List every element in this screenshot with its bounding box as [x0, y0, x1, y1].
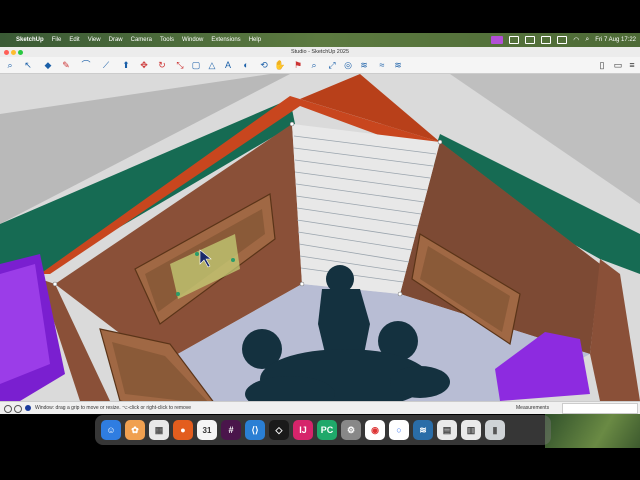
photos-icon[interactable]: ▥ — [461, 420, 481, 440]
pycharm-icon[interactable]: PC — [317, 420, 337, 440]
calendar-grid-icon[interactable]: ▦ — [149, 420, 169, 440]
wifi-icon[interactable]: ◠ — [573, 36, 579, 44]
status-icon-b[interactable] — [525, 36, 536, 44]
menu-edit[interactable]: Edit — [69, 37, 79, 43]
menu-draw[interactable]: Draw — [109, 37, 123, 43]
chrome-icon[interactable]: ◉ — [365, 420, 385, 440]
document-icon[interactable]: ▯ — [596, 59, 608, 71]
text-tool-icon[interactable]: A — [222, 59, 234, 71]
search-icon[interactable]: ⌕ — [585, 36, 589, 44]
menu-extensions[interactable]: Extensions — [211, 37, 240, 43]
info-icon[interactable] — [4, 405, 12, 413]
pencil-tool-icon[interactable]: ✎ — [60, 59, 72, 71]
measurements-label: Measurements — [516, 405, 550, 411]
eraser-tool-icon[interactable]: ◆ — [42, 59, 54, 71]
menu-help[interactable]: Help — [249, 37, 261, 43]
menu-tools[interactable]: Tools — [160, 37, 174, 43]
menu-camera[interactable]: Camera — [131, 37, 152, 43]
menu-icon[interactable]: ≡ — [626, 59, 638, 71]
preview-icon[interactable]: ▤ — [437, 420, 457, 440]
system-settings-icon[interactable]: ⚙ — [341, 420, 361, 440]
panel-icon[interactable]: ▭ — [612, 59, 624, 71]
select-tool-icon[interactable]: ⌕ — [4, 59, 16, 71]
desktop-background-right — [545, 413, 640, 448]
credits-icon[interactable] — [25, 405, 31, 411]
paint-bucket-icon[interactable]: ◐ — [240, 59, 252, 71]
calendar-icon[interactable]: 31 — [197, 420, 217, 440]
zoom-button[interactable] — [18, 50, 23, 55]
walk-tool-icon[interactable]: ⚑ — [292, 59, 304, 71]
layers-icon[interactable]: ≈ — [376, 59, 388, 71]
toolbar: ⌕ ↖ ◆ ✎ ⌒ ⟋ ⬆ ✥ ↻ ⤡ ▢ △ A ◐ ⟲ ✋ ⚑ ⌕ ⤢ ◎ … — [0, 57, 640, 74]
status-icon-c[interactable] — [541, 36, 552, 44]
desktop-background-left — [0, 413, 95, 448]
title-bar: Studio - SketchUp 2025 — [0, 47, 640, 57]
styles-icon[interactable]: ≋ — [358, 59, 370, 71]
screen-record-icon[interactable] — [491, 36, 504, 44]
zoom-extents-icon[interactable]: ⤢ — [326, 59, 338, 71]
signal-icon[interactable]: ○ — [389, 420, 409, 440]
vscode-icon[interactable]: ⟨⟩ — [245, 420, 265, 440]
firefox-icon[interactable]: ● — [173, 420, 193, 440]
window-title: Studio - SketchUp 2025 — [290, 49, 350, 55]
trash-icon[interactable]: ▮ — [485, 420, 505, 440]
3d-viewport[interactable] — [0, 74, 640, 401]
status-hint: Window: drag a grip to move or resize. ⌥… — [35, 405, 192, 411]
move-tool-icon[interactable]: ✥ — [138, 59, 150, 71]
status-icons: ◠ ⌕ Fri 7 Aug 17:22 — [491, 33, 636, 47]
stats-icon[interactable]: ≋ — [413, 420, 433, 440]
menu-view[interactable]: View — [88, 37, 101, 43]
cursor-app-icon[interactable]: ◇ — [269, 420, 289, 440]
zoom-tool-icon[interactable]: ⌕ — [308, 59, 320, 71]
menu-bar: SketchUp File Edit View Draw Camera Tool… — [0, 33, 640, 47]
arc-tool-icon[interactable]: ⟋ — [100, 59, 112, 71]
menu-app-name[interactable]: SketchUp — [16, 37, 44, 43]
dock: ☺ ✿ ▦ ● 31 # ⟨⟩ ◇ IJ PC ⚙ ◉ ○ ≋ ▤ ▥ ▮ — [95, 415, 551, 445]
arrow-tool-icon[interactable]: ↖ — [22, 59, 34, 71]
launchpad-icon[interactable]: ✿ — [125, 420, 145, 440]
orbit-tool-icon[interactable]: ⟲ — [258, 59, 270, 71]
minimize-button[interactable] — [11, 50, 16, 55]
intellij-icon[interactable]: IJ — [293, 420, 313, 440]
status-icon-a[interactable] — [509, 36, 520, 44]
sketchup-window: Studio - SketchUp 2025 ⌕ ↖ ◆ ✎ ⌒ ⟋ ⬆ ✥ ↻… — [0, 47, 640, 414]
menu-window[interactable]: Window — [182, 37, 203, 43]
rotate-tool-icon[interactable]: ↻ — [156, 59, 168, 71]
clock[interactable]: Fri 7 Aug 17:22 — [595, 37, 636, 43]
shape-tool-icon[interactable]: ⌒ — [80, 59, 92, 71]
tape-measure-icon[interactable]: △ — [206, 59, 218, 71]
measurements-field[interactable] — [562, 403, 638, 414]
push-pull-tool-icon[interactable]: ⬆ — [120, 59, 132, 71]
slack-icon[interactable]: # — [221, 420, 241, 440]
section-tool-icon[interactable]: ◎ — [342, 59, 354, 71]
menu-file[interactable]: File — [52, 37, 62, 43]
finder-icon[interactable]: ☺ — [101, 420, 121, 440]
offset-tool-icon[interactable]: ▢ — [190, 59, 202, 71]
pan-tool-icon[interactable]: ✋ — [274, 59, 286, 71]
geo-icon[interactable] — [14, 405, 22, 413]
close-button[interactable] — [4, 50, 9, 55]
model-view[interactable] — [0, 74, 640, 401]
status-bar: Window: drag a grip to move or resize. ⌥… — [0, 401, 640, 414]
components-icon[interactable]: ≋ — [392, 59, 404, 71]
scale-tool-icon[interactable]: ⤡ — [174, 59, 186, 71]
battery-icon[interactable] — [557, 36, 568, 44]
